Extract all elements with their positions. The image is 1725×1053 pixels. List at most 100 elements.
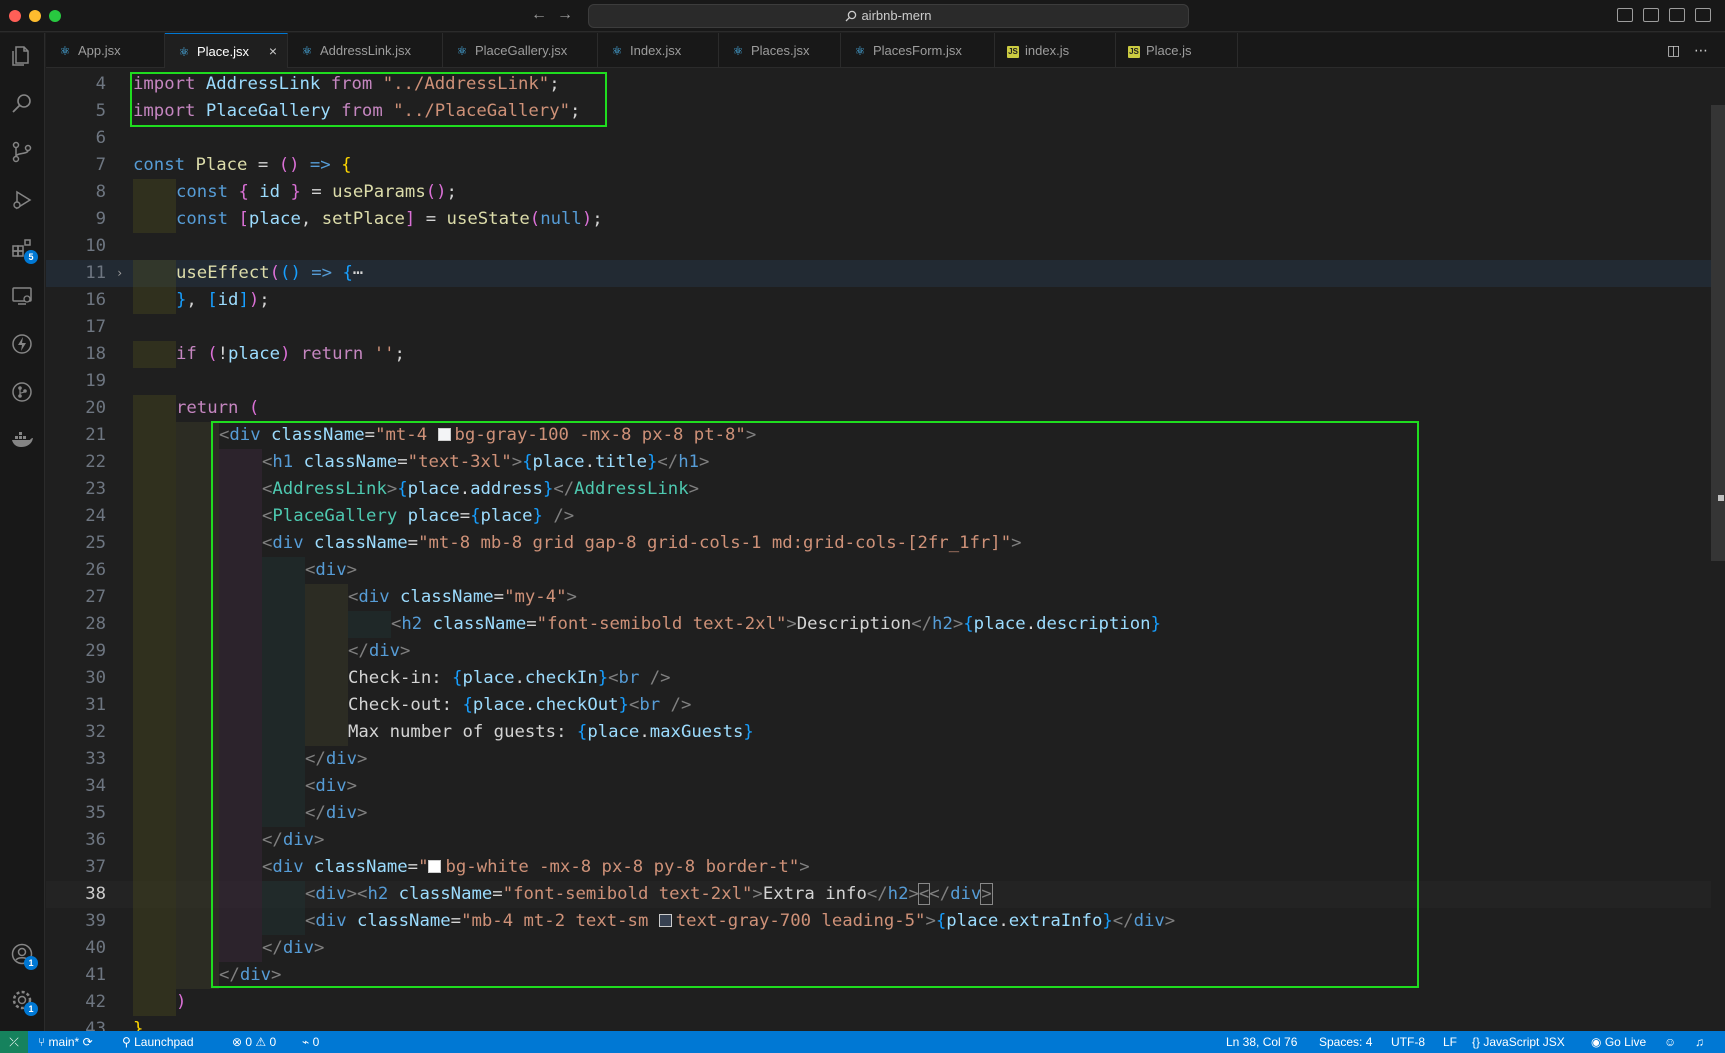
- go-live-button[interactable]: ◉ Go Live: [1591, 1031, 1646, 1053]
- command-center-search[interactable]: airbnb-mern: [588, 4, 1189, 28]
- branch-indicator[interactable]: ⑂ main* ⟳: [38, 1031, 93, 1053]
- react-file-icon: ⚛: [854, 44, 866, 58]
- color-swatch[interactable]: [428, 860, 442, 873]
- code-line: 37 <div className=" bg-white -mx-8 px-8 py…: [46, 854, 1711, 881]
- code-line: 36 </div>: [46, 827, 1711, 854]
- scrollbar-thumb[interactable]: [1711, 105, 1725, 561]
- code-line-folded: 11 › useEffect(() => {⋯: [46, 260, 1711, 287]
- javascript-file-icon: JS: [1128, 45, 1140, 58]
- code-line: 8 const { id } = useParams();: [46, 179, 1711, 206]
- code-line: 25 <div className="mt-8 mb-8 grid gap-8 g…: [46, 530, 1711, 557]
- extensions-badge: 5: [24, 250, 38, 264]
- source-control-icon[interactable]: [8, 138, 36, 166]
- code-line: 17: [85, 317, 106, 337]
- code-line: 9 const [place, setPlace] = useState(null…: [46, 206, 1711, 233]
- search-icon: [845, 10, 857, 22]
- tab-app-jsx[interactable]: ⚛ App.jsx: [46, 33, 165, 68]
- code-line: 22 <h1 className="text-3xl">{place.title}…: [46, 449, 1711, 476]
- launchpad-button[interactable]: ⚲ Launchpad: [122, 1031, 194, 1053]
- code-line: 42): [46, 989, 1711, 1016]
- code-line: 27 <div className="my-4">: [46, 584, 1711, 611]
- tab-addresslink-jsx[interactable]: ⚛ AddressLink.jsx: [288, 33, 443, 68]
- more-actions-icon[interactable]: ⋯: [1694, 42, 1708, 59]
- ports-indicator[interactable]: ⌁ 0: [302, 1031, 319, 1053]
- language-mode[interactable]: {} JavaScript JSX: [1472, 1031, 1565, 1053]
- notifications-bell-icon[interactable]: ♫: [1695, 1031, 1704, 1053]
- code-line: 35 </div>: [46, 800, 1711, 827]
- back-arrow-icon[interactable]: ←: [531, 6, 547, 24]
- close-window-button[interactable]: [9, 10, 21, 22]
- code-line: 40 </div>: [46, 935, 1711, 962]
- indentation[interactable]: Spaces: 4: [1319, 1031, 1372, 1053]
- toggle-primary-sidebar-icon[interactable]: [1617, 8, 1633, 22]
- tab-places-jsx[interactable]: ⚛ Places.jsx: [719, 33, 841, 68]
- git-graph-icon[interactable]: [8, 378, 36, 406]
- thunder-client-icon[interactable]: [8, 330, 36, 358]
- braces-icon: {}: [1472, 1035, 1484, 1049]
- customize-layout-icon[interactable]: [1695, 8, 1711, 22]
- run-debug-icon[interactable]: [8, 186, 36, 214]
- ports-icon: ⌁: [302, 1035, 313, 1049]
- error-icon: ⊗: [232, 1035, 246, 1049]
- branch-icon: ⑂: [38, 1035, 49, 1049]
- tab-place-jsx[interactable]: ⚛ Place.jsx ×: [165, 33, 288, 68]
- code-line: 34 <div>: [46, 773, 1711, 800]
- color-swatch[interactable]: [658, 914, 672, 927]
- code-editor[interactable]: 4 import AddressLink from "../AddressLink…: [46, 69, 1725, 1031]
- code-line: 21 <div className="mt-4 bg-gray-100 -mx-8…: [46, 422, 1711, 449]
- toggle-secondary-sidebar-icon[interactable]: [1669, 8, 1685, 22]
- accounts-icon[interactable]: 1: [8, 940, 38, 970]
- tab-place-js[interactable]: JS Place.js: [1116, 33, 1238, 68]
- copilot-icon[interactable]: ☺: [1664, 1031, 1676, 1053]
- toggle-panel-icon[interactable]: [1643, 8, 1659, 22]
- code-line: 19: [85, 371, 106, 391]
- sync-icon: ⟳: [79, 1035, 93, 1049]
- code-line: 43}: [85, 1019, 144, 1031]
- forward-arrow-icon[interactable]: →: [557, 6, 573, 24]
- cursor-position[interactable]: Ln 38, Col 76: [1226, 1031, 1297, 1053]
- explorer-icon[interactable]: [8, 42, 36, 70]
- code-line: 29 </div>: [46, 638, 1711, 665]
- title-bar: ← → airbnb-mern: [0, 0, 1725, 32]
- code-line: 28 <h2 className="font-semibold text-2xl"…: [46, 611, 1711, 638]
- react-file-icon: ⚛: [59, 44, 71, 58]
- launchpad-icon: ⚲: [122, 1035, 135, 1049]
- search-icon[interactable]: [8, 90, 36, 118]
- extensions-icon[interactable]: 5: [8, 234, 38, 264]
- remote-explorer-icon[interactable]: [8, 282, 36, 310]
- tab-placesform-jsx[interactable]: ⚛ PlacesForm.jsx: [841, 33, 995, 68]
- editor-tab-bar: ⚛ App.jsx ⚛ Place.jsx × ⚛ AddressLink.jsx ⚛ P…: [46, 33, 1725, 68]
- code-line-current: 38 <div><h2 className="font-semibold text…: [46, 881, 1711, 908]
- code-line: 5 import PlaceGallery from "../PlaceGalle…: [95, 101, 581, 121]
- encoding[interactable]: UTF-8: [1391, 1031, 1425, 1053]
- accounts-badge: 1: [24, 956, 38, 970]
- code-line: 6: [95, 128, 106, 148]
- minimize-window-button[interactable]: [29, 10, 41, 22]
- maximize-window-button[interactable]: [49, 10, 61, 22]
- code-line: 7 const Place = () => {: [95, 155, 352, 175]
- code-line: 26 <div>: [46, 557, 1711, 584]
- code-line: 18 if (!place) return '';: [46, 341, 1711, 368]
- docker-icon[interactable]: [8, 426, 36, 454]
- tab-placegallery-jsx[interactable]: ⚛ PlaceGallery.jsx: [443, 33, 598, 68]
- activity-bar: 5 1 1: [0, 33, 45, 1033]
- split-editor-icon[interactable]: ◫: [1667, 42, 1680, 59]
- problems-indicator[interactable]: ⊗ 0 ⚠ 0: [232, 1031, 276, 1053]
- code-line: 41 </div>: [46, 962, 1711, 989]
- tab-index-js[interactable]: JS index.js: [995, 33, 1116, 68]
- tab-index-jsx[interactable]: ⚛ Index.jsx: [598, 33, 719, 68]
- end-of-line[interactable]: LF: [1443, 1031, 1457, 1053]
- cursor-position-marker: [1718, 495, 1724, 501]
- code-line: 16}, [id]);: [46, 287, 1711, 314]
- remote-indicator-icon[interactable]: ⤫: [0, 1031, 28, 1053]
- code-line: 31 Check-out: {place.checkOut}<br />: [46, 692, 1711, 719]
- react-file-icon: ⚛: [456, 44, 468, 58]
- code-line: 10: [85, 236, 106, 256]
- settings-gear-icon[interactable]: 1: [8, 986, 38, 1016]
- color-swatch[interactable]: [437, 428, 451, 441]
- close-tab-icon[interactable]: ×: [269, 34, 277, 69]
- warning-icon: ⚠: [252, 1035, 270, 1049]
- code-line: 4 import AddressLink from "../AddressLink…: [95, 74, 560, 94]
- code-line: 32 Max number of guests: {place.maxGuests…: [46, 719, 1711, 746]
- fold-chevron-icon[interactable]: ›: [116, 260, 123, 287]
